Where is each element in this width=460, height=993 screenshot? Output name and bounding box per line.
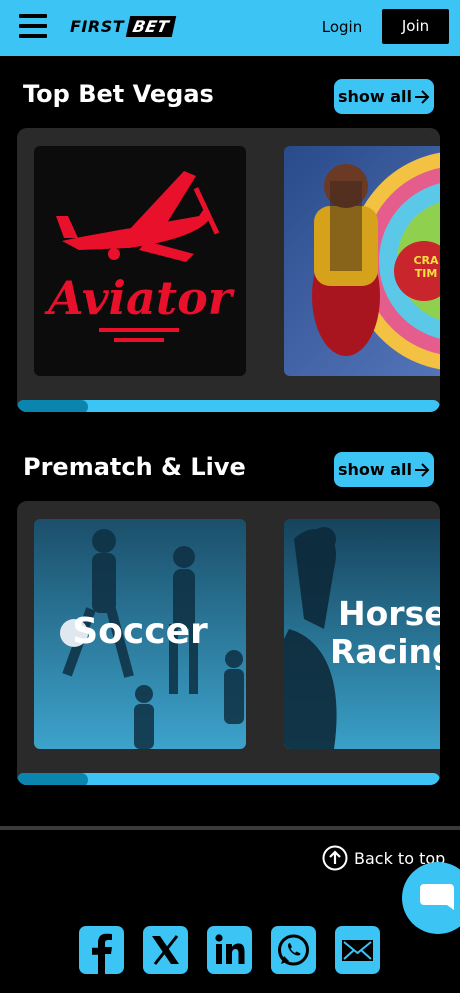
aviator-plane-icon [56, 171, 220, 342]
show-all-button-prematch[interactable]: show all [334, 452, 434, 487]
horse-racing-label-line1: Horse [338, 594, 440, 633]
sport-card-soccer[interactable]: Soccer [34, 519, 246, 749]
aviator-logo-text: Aviator [48, 271, 232, 325]
arrow-right-icon [415, 89, 430, 104]
show-all-label: show all [337, 87, 413, 106]
carousel-scrollbar-prematch[interactable] [17, 773, 440, 785]
join-button[interactable]: Join [382, 9, 449, 44]
game-card-aviator[interactable]: Aviator [34, 146, 246, 376]
game-card-crazy-time[interactable]: CRA TIM [284, 146, 440, 376]
carousel-prematch-live[interactable]: Soccer Horse Racing [17, 501, 440, 785]
arrow-right-icon [415, 462, 430, 477]
soccer-label: Soccer [72, 611, 208, 652]
section-title-top-bet-vegas: Top Bet Vegas [23, 80, 214, 108]
hamburger-menu-icon[interactable] [19, 14, 47, 38]
x-icon[interactable] [143, 926, 188, 974]
chat-icon [420, 884, 454, 910]
chat-bubble-button[interactable] [402, 862, 460, 934]
top-header: FIRST BET Login Join [0, 0, 460, 56]
login-button[interactable]: Login [318, 14, 366, 40]
logo-first-text: FIRST [70, 16, 125, 36]
whatsapp-icon[interactable] [271, 926, 316, 974]
crazy-time-logo-text: CRA TIM [413, 254, 439, 280]
carousel-scroll-thumb-vegas[interactable] [17, 400, 88, 412]
arrow-up-circle-icon [322, 845, 348, 871]
horse-racing-label-line2: Racing [330, 632, 440, 671]
sport-card-horse-racing[interactable]: Horse Racing [284, 519, 440, 749]
firstbet-logo[interactable]: FIRST BET [70, 14, 176, 38]
section-title-prematch-live: Prematch & Live [23, 453, 246, 481]
logo-bet-text: BET [125, 15, 176, 37]
carousel-scroll-thumb-prematch[interactable] [17, 773, 88, 785]
show-all-label: show all [337, 460, 413, 479]
carousel-top-bet-vegas[interactable]: Aviator CRA TIM [17, 128, 440, 412]
email-icon[interactable] [335, 926, 380, 974]
footer-divider [0, 826, 460, 830]
carousel-scrollbar-vegas[interactable] [17, 400, 440, 412]
social-links [79, 926, 380, 974]
show-all-button-vegas[interactable]: show all [334, 79, 434, 114]
horse-racing-label: Horse Racing [330, 595, 440, 671]
linkedin-icon[interactable] [207, 926, 252, 974]
facebook-icon[interactable] [79, 926, 124, 974]
